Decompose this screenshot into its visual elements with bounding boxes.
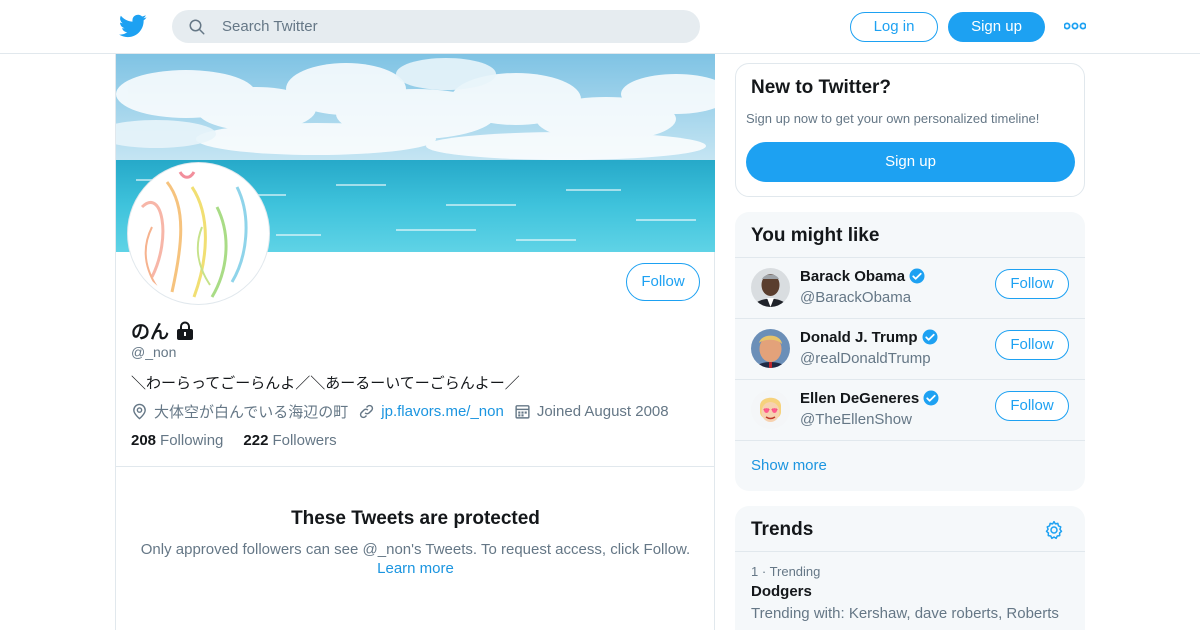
suggestion-name[interactable]: Ellen DeGeneres <box>800 389 940 407</box>
profile-bio: ＼わーらってごーらんよ／＼あーるーいてーごらんよー／ <box>131 375 520 392</box>
verified-badge-icon <box>922 329 938 345</box>
protected-desc-text: Only approved followers can see @_non's … <box>140 541 691 558</box>
you-might-like-title: You might like <box>751 225 880 246</box>
divider <box>735 551 1085 552</box>
follow-button[interactable]: Follow <box>995 391 1069 421</box>
suggestion-row[interactable]: Ellen DeGeneres @TheEllenShow Follow <box>735 379 1085 440</box>
joined-text: Joined August 2008 <box>536 403 669 420</box>
protected-description: Only approved followers can see @_non's … <box>116 540 715 578</box>
suggestion-name-text: Barack Obama <box>800 267 906 285</box>
show-more-row: Show more <box>735 440 1085 491</box>
trend-label: Trending <box>769 564 821 579</box>
trends-card: Trends 1 · Trending Dodgers Trending wit… <box>735 506 1085 630</box>
profile-column: Follow のん @_non ＼わーらってごーらんよ／＼あーるーいてーごらんよ… <box>115 54 715 630</box>
you-might-like-card: You might like Barack Obama @BarackObama… <box>735 212 1085 491</box>
profile-joined: Joined August 2008 <box>514 403 669 420</box>
trend-rank: 1 <box>751 564 759 579</box>
twitter-bird-icon[interactable] <box>119 12 147 40</box>
show-more-link[interactable]: Show more <box>751 457 827 474</box>
suggestion-name[interactable]: Barack Obama <box>800 267 926 285</box>
suggestion-row[interactable]: Barack Obama @BarackObama Follow <box>735 257 1085 318</box>
following-count: 208 <box>131 432 157 449</box>
protected-title: These Tweets are protected <box>291 508 540 529</box>
divider <box>116 466 715 467</box>
more-icon[interactable] <box>1064 20 1086 32</box>
learn-more-link[interactable]: Learn more <box>116 559 715 578</box>
location-icon <box>133 403 146 420</box>
login-button[interactable]: Log in <box>850 12 938 42</box>
suggestion-handle: @BarackObama <box>800 289 912 306</box>
location-text: 大体空が白んでいる海辺の町 <box>154 404 349 421</box>
profile-stats: 208 Following 222 Followers <box>131 432 357 449</box>
suggestion-handle: @TheEllenShow <box>800 411 912 428</box>
trends-title: Trends <box>751 519 814 540</box>
display-name-text: のん <box>131 322 170 343</box>
follow-button[interactable]: Follow <box>995 330 1069 360</box>
suggestion-name-text: Donald J. Trump <box>800 328 918 346</box>
top-navigation-bar: Log in Sign up <box>0 0 1200 54</box>
gear-icon[interactable] <box>1044 520 1064 540</box>
profile-handle: @_non <box>131 344 177 360</box>
calendar-icon <box>515 405 530 419</box>
profile-avatar[interactable] <box>128 163 269 304</box>
search-box[interactable] <box>172 10 700 43</box>
profile-website[interactable]: jp.flavors.me/_non <box>358 403 504 420</box>
avatar[interactable] <box>751 268 790 307</box>
search-input[interactable] <box>222 10 682 43</box>
followers-stat[interactable]: 222 Followers <box>243 432 336 449</box>
suggestion-name[interactable]: Donald J. Trump <box>800 328 939 346</box>
trend-name[interactable]: Dodgers <box>751 583 812 600</box>
new-to-twitter-title: New to Twitter? <box>751 77 892 98</box>
followers-count: 222 <box>243 432 269 449</box>
lock-icon <box>177 321 194 340</box>
follow-button[interactable]: Follow <box>626 263 700 301</box>
profile-meta: 大体空が白んでいる海辺の町 jp.flavors.me/_non Joined … <box>131 401 679 422</box>
website-link[interactable]: jp.flavors.me/_non <box>381 403 504 420</box>
trend-with: Trending with: Kershaw, dave roberts, Ro… <box>751 605 1059 622</box>
following-stat[interactable]: 208 Following <box>131 432 223 449</box>
link-icon <box>360 404 374 419</box>
verified-badge-icon <box>909 268 925 284</box>
suggestion-row[interactable]: Donald J. Trump @realDonaldTrump Follow <box>735 318 1085 379</box>
suggestion-name-text: Ellen DeGeneres <box>800 389 920 407</box>
new-to-twitter-description: Sign up now to get your own personalized… <box>746 111 1040 126</box>
signup-card-button[interactable]: Sign up <box>746 142 1075 182</box>
search-icon <box>189 19 205 35</box>
verified-badge-icon <box>923 390 939 406</box>
avatar[interactable] <box>751 329 790 368</box>
profile-location: 大体空が白んでいる海辺の町 <box>131 401 348 422</box>
follow-button[interactable]: Follow <box>995 269 1069 299</box>
suggestion-handle: @realDonaldTrump <box>800 350 931 367</box>
signup-button[interactable]: Sign up <box>948 12 1045 42</box>
new-to-twitter-card: New to Twitter? Sign up now to get your … <box>735 63 1085 197</box>
profile-display-name: のん <box>131 317 195 344</box>
avatar[interactable] <box>751 390 790 429</box>
following-label: Following <box>160 432 224 449</box>
followers-label: Followers <box>272 432 337 449</box>
trend-meta: 1 · Trending <box>751 564 821 579</box>
